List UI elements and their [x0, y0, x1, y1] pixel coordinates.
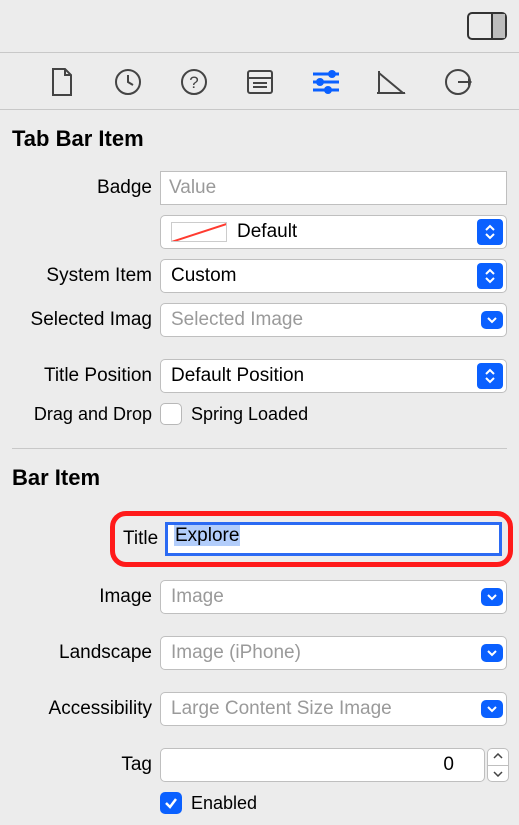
chevron-updown-icon [477, 219, 503, 245]
badge-image-value: Default [237, 221, 297, 243]
titleposition-combo[interactable]: Default Position [160, 359, 507, 393]
connections-icon[interactable] [443, 67, 473, 97]
empty-image-swatch-icon [171, 222, 227, 242]
stepper-up-icon[interactable] [487, 748, 509, 766]
accessibility-placeholder: Large Content Size Image [171, 698, 392, 720]
draganddrop-label: Drag and Drop [0, 404, 160, 425]
image-label: Image [0, 586, 160, 608]
springloaded-checkbox[interactable] [160, 403, 182, 425]
badge-image-combo[interactable]: Default [160, 215, 507, 249]
selectedimage-placeholder: Selected Image [171, 309, 303, 331]
accessibility-combo[interactable]: Large Content Size Image [160, 692, 507, 726]
history-icon[interactable] [113, 67, 143, 97]
title-input[interactable]: Explore [165, 522, 502, 556]
enabled-label: Enabled [191, 793, 257, 814]
systemitem-label: System Item [0, 265, 160, 287]
title-input-value: Explore [174, 525, 240, 546]
section-header-baritem: Bar Item [0, 449, 519, 505]
image-placeholder: Image [171, 586, 224, 608]
chevron-updown-icon [477, 363, 503, 389]
identity-icon[interactable] [245, 67, 275, 97]
selectedimage-label: Selected Imag [0, 309, 160, 331]
chevron-down-icon [481, 588, 503, 606]
tag-value: 0 [443, 754, 454, 776]
chevron-down-icon [481, 700, 503, 718]
title-row-highlight: Title Explore [110, 511, 513, 567]
panel-layout-toggle[interactable] [467, 12, 507, 40]
size-icon[interactable] [377, 67, 407, 97]
systemitem-value: Custom [171, 265, 236, 287]
attributes-icon[interactable] [311, 67, 341, 97]
titleposition-label: Title Position [0, 365, 160, 387]
inspector-tabstrip: ? [0, 53, 519, 109]
chevron-updown-icon [477, 263, 503, 289]
section-header-tabbaritem: Tab Bar Item [0, 110, 519, 166]
file-icon[interactable] [47, 67, 77, 97]
stepper-down-icon[interactable] [487, 766, 509, 783]
chevron-down-icon [481, 644, 503, 662]
tag-stepper[interactable] [487, 748, 509, 782]
springloaded-label: Spring Loaded [191, 404, 308, 425]
chevron-down-icon [481, 311, 503, 329]
svg-text:?: ? [189, 73, 198, 92]
badge-input[interactable] [160, 171, 507, 205]
tag-label: Tag [0, 754, 160, 776]
title-label: Title [121, 528, 165, 550]
enabled-checkbox[interactable] [160, 792, 182, 814]
landscape-placeholder: Image (iPhone) [171, 642, 301, 664]
selectedimage-combo[interactable]: Selected Image [160, 303, 507, 337]
help-icon[interactable]: ? [179, 67, 209, 97]
image-combo[interactable]: Image [160, 580, 507, 614]
titleposition-value: Default Position [171, 365, 304, 387]
badge-label: Badge [0, 177, 160, 199]
accessibility-label: Accessibility [0, 698, 160, 720]
systemitem-combo[interactable]: Custom [160, 259, 507, 293]
tag-input[interactable]: 0 [160, 748, 485, 782]
landscape-label: Landscape [0, 642, 160, 664]
landscape-combo[interactable]: Image (iPhone) [160, 636, 507, 670]
